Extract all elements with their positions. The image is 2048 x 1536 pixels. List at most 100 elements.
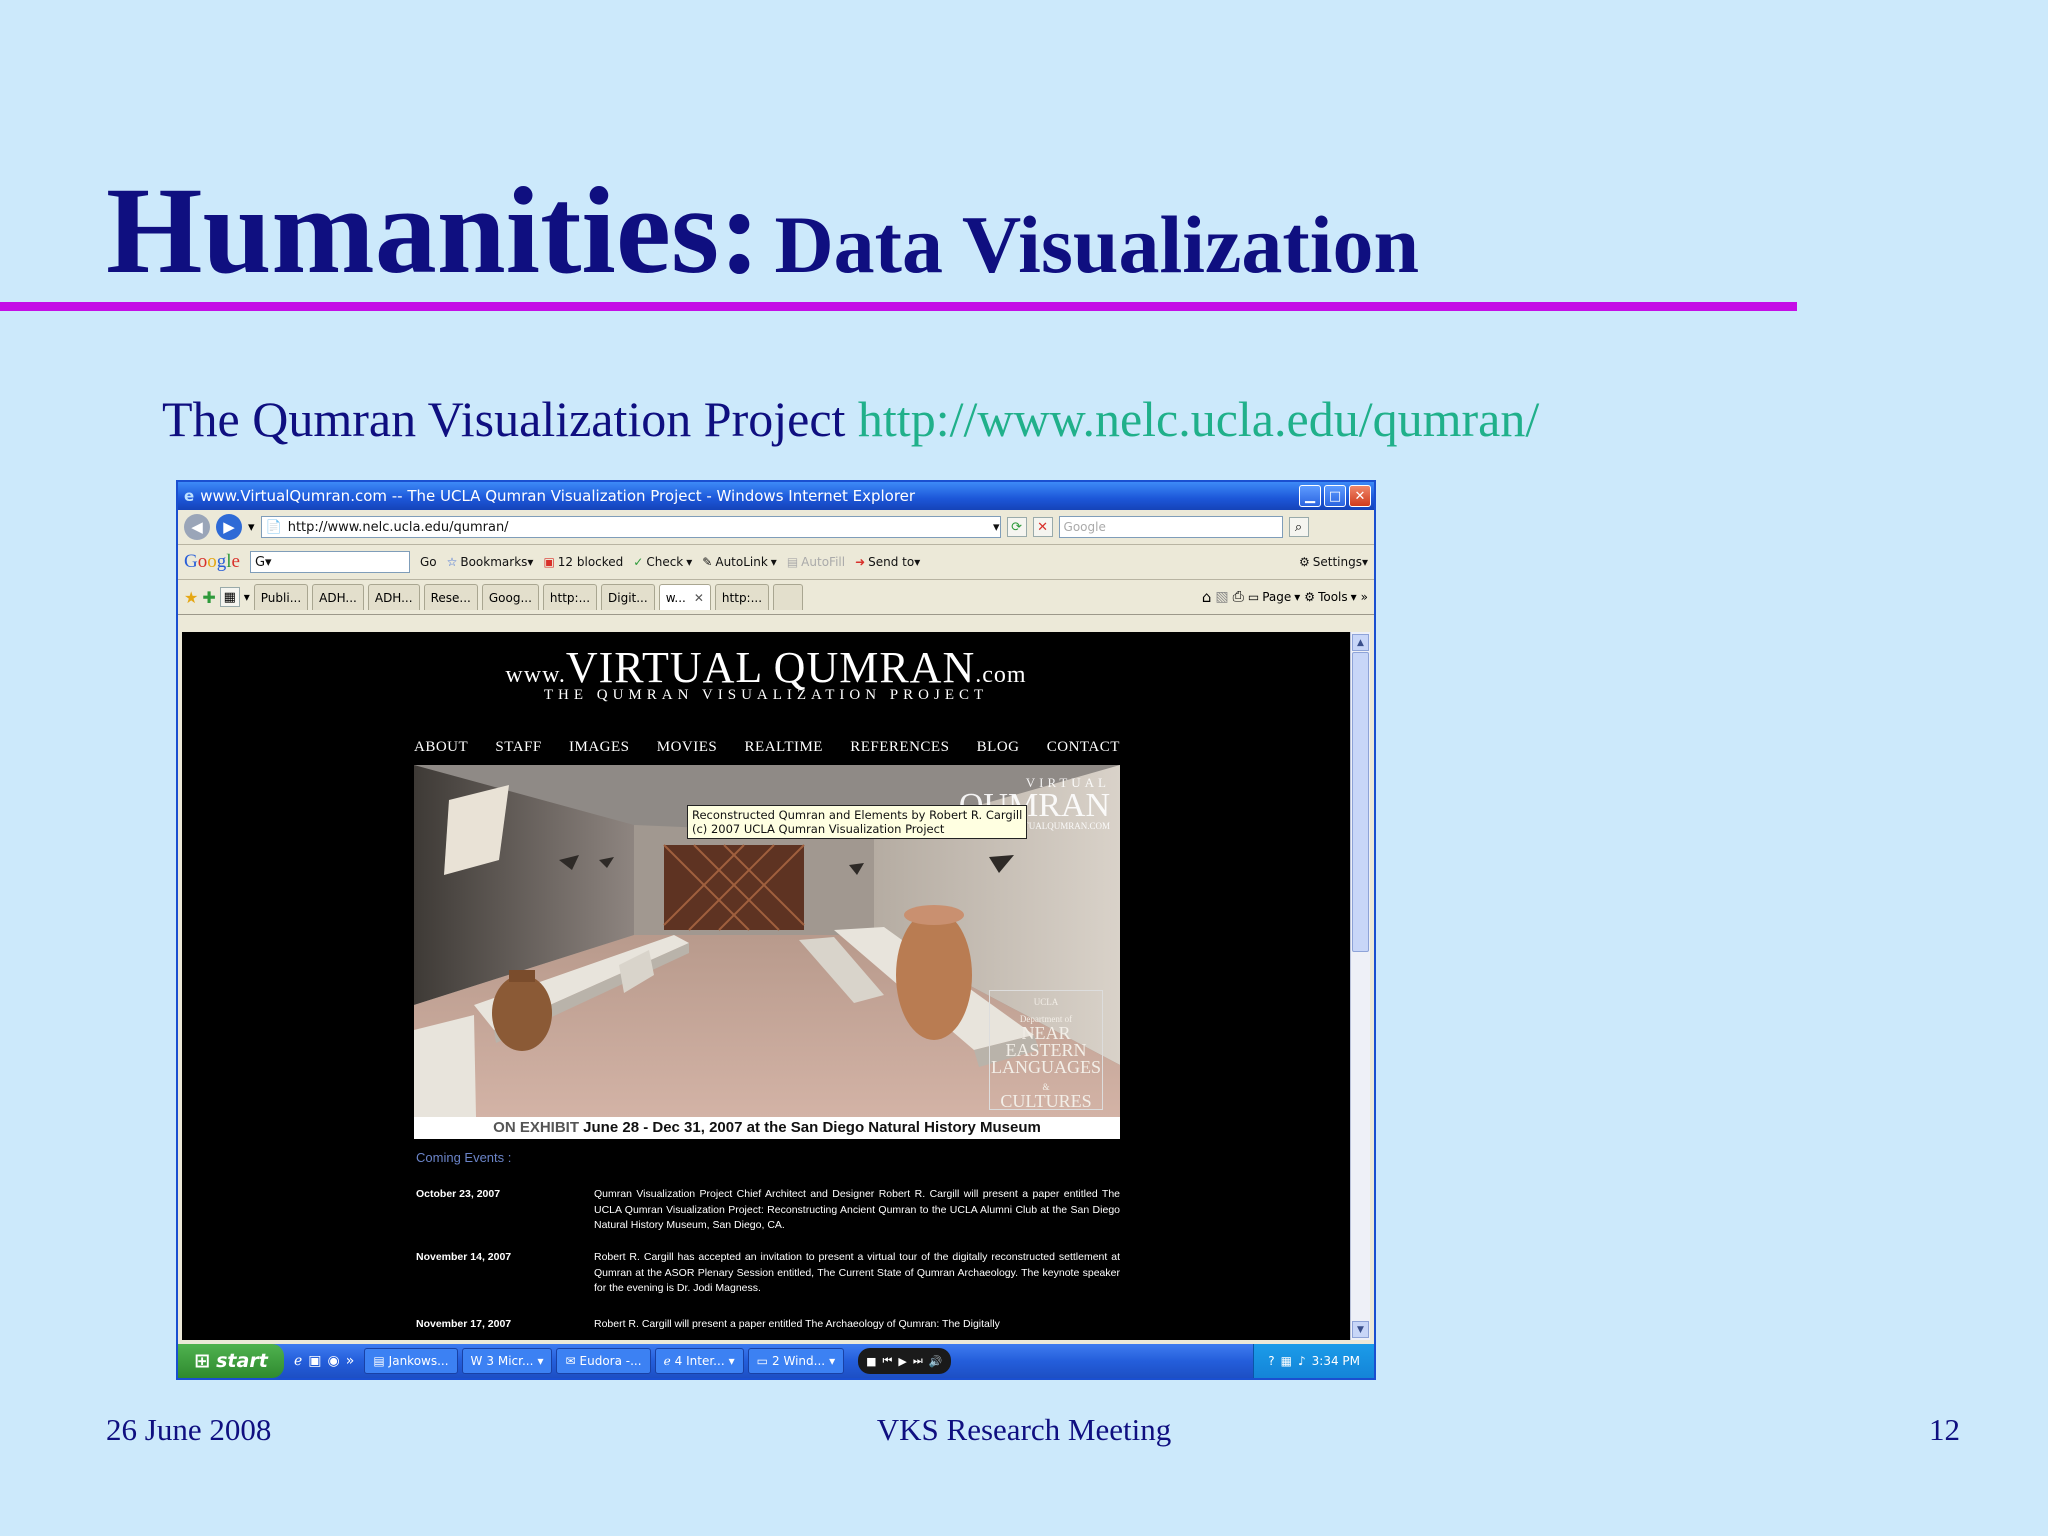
maximize-button[interactable]: □ — [1324, 485, 1346, 507]
favorites-star-icon[interactable]: ★ — [184, 588, 198, 607]
address-input[interactable]: 📄 http://www.nelc.ucla.edu/qumran/ ▾ — [260, 516, 1001, 538]
send-to-button[interactable]: ➜ Send to▾ — [855, 555, 920, 569]
quick-tabs-icon[interactable]: ▦ — [219, 587, 240, 607]
autolink-button[interactable]: ✎ AutoLink ▾ — [702, 555, 777, 569]
site-logo[interactable]: www.VIRTUAL QUMRAN.com THE QUMRAN VISUAL… — [182, 642, 1350, 704]
clock[interactable]: 3:34 PM — [1312, 1354, 1360, 1368]
tools-menu[interactable]: ⚙ Tools ▾ — [1304, 590, 1356, 604]
media-play-icon[interactable]: ▶ — [898, 1355, 906, 1368]
hero-image: VIRTUAL QUMRAN VIRTUALQUMRAN.COM Reconst… — [414, 765, 1120, 1117]
slide-subtitle: The Qumran Visualization Project http://… — [162, 390, 1539, 448]
refresh-icon[interactable]: ⟳ — [1006, 517, 1027, 537]
tab-item[interactable]: http:... — [714, 584, 770, 610]
scroll-thumb[interactable] — [1352, 652, 1369, 952]
tab-label: http:... — [721, 590, 763, 605]
settings-button[interactable]: ⚙ Settings▾ — [1299, 555, 1368, 569]
search-icon[interactable]: ⌕ — [1288, 517, 1309, 537]
check-label: Check — [646, 555, 684, 569]
taskbar-item[interactable]: W3 Micr... ▾ — [461, 1348, 553, 1374]
tools-menu-label: Tools — [1318, 590, 1348, 604]
address-text: http://www.nelc.ucla.edu/qumran/ — [287, 519, 509, 535]
volume-icon[interactable]: 🔊 — [929, 1355, 943, 1368]
logo-www: www. — [505, 662, 566, 688]
stop-icon[interactable]: ✕ — [1032, 517, 1053, 537]
settings-label: Settings▾ — [1312, 555, 1368, 569]
tab-item-active[interactable]: w... ✕ — [658, 584, 711, 610]
project-link[interactable]: http://www.nelc.ucla.edu/qumran/ — [858, 391, 1539, 447]
desktop-launch-icon[interactable]: ▣ — [308, 1353, 321, 1369]
taskbar-item[interactable]: ▤ Jankows... — [364, 1348, 458, 1374]
media-stop-icon[interactable]: ■ — [866, 1355, 876, 1368]
tab-label: Goog... — [488, 590, 532, 605]
more-chevron-icon[interactable]: » — [346, 1353, 355, 1369]
google-go-button[interactable]: Go — [420, 555, 437, 569]
task-label: Jankows... — [388, 1354, 449, 1368]
tab-label: w... — [665, 590, 686, 605]
event-date: October 23, 2007 — [416, 1188, 501, 1200]
ie-launch-icon[interactable]: ℯ — [294, 1353, 302, 1369]
page-icon: ▭ — [1247, 590, 1260, 604]
tab-close-icon[interactable]: ✕ — [694, 591, 704, 605]
feeds-icon[interactable]: ▧ — [1215, 589, 1228, 605]
add-favorite-icon[interactable]: ✚ — [202, 588, 215, 607]
print-icon[interactable]: ⎙ — [1233, 589, 1244, 605]
nav-references[interactable]: REFERENCES — [850, 739, 949, 756]
event-date: November 17, 2007 — [416, 1318, 512, 1330]
home-icon[interactable]: ⌂ — [1202, 588, 1212, 606]
start-button[interactable]: ⊞ start — [178, 1344, 284, 1378]
nav-staff[interactable]: STAFF — [495, 739, 541, 756]
autolink-label: AutoLink — [715, 555, 768, 569]
tab-item[interactable]: ADH... — [367, 584, 420, 610]
page-menu[interactable]: ▭ Page ▾ — [1248, 590, 1300, 604]
tab-item[interactable]: Rese... — [423, 584, 478, 610]
back-button[interactable]: ◀ — [184, 514, 210, 540]
tab-list-dropdown-icon[interactable]: ▾ — [244, 590, 250, 604]
history-dropdown-icon[interactable]: ▾ — [248, 520, 255, 535]
autofill-button[interactable]: ▤ AutoFill — [787, 555, 845, 569]
folder-icon: ▭ — [756, 1354, 769, 1368]
search-input[interactable]: Google — [1058, 516, 1283, 538]
event-row: October 23, 2007 Qumran Visualization Pr… — [416, 1187, 1120, 1234]
spellcheck-button[interactable]: ✓ Check ▾ — [633, 555, 692, 569]
media-next-icon[interactable]: ⏭ — [913, 1354, 923, 1368]
tab-item[interactable]: http:... — [542, 584, 598, 610]
minimize-button[interactable]: ▁ — [1299, 485, 1321, 507]
taskbar-item[interactable]: ℯ4 Inter... ▾ — [654, 1348, 744, 1374]
nav-blog[interactable]: BLOG — [977, 739, 1020, 756]
firefox-launch-icon[interactable]: ◉ — [328, 1353, 340, 1369]
help-icon[interactable]: ? — [1268, 1354, 1274, 1368]
word-icon: ▤ — [373, 1354, 385, 1368]
chevron-right-icon[interactable]: » — [1361, 590, 1368, 604]
tab-item[interactable]: ADH... — [312, 584, 364, 610]
tab-item[interactable]: Publi... — [253, 584, 309, 610]
tab-item[interactable]: Digit... — [601, 584, 655, 610]
close-button[interactable]: ✕ — [1349, 485, 1371, 507]
address-dropdown-icon[interactable]: ▾ — [993, 520, 1000, 535]
nav-contact[interactable]: CONTACT — [1047, 739, 1120, 756]
window-titlebar[interactable]: e www.VirtualQumran.com -- The UCLA Qumr… — [178, 482, 1374, 510]
google-logo: Google — [184, 551, 240, 572]
google-search-input[interactable]: G▾ — [249, 551, 410, 573]
taskbar-item[interactable]: ✉ Eudora -... — [556, 1348, 651, 1374]
window-title: www.VirtualQumran.com -- The UCLA Qumran… — [200, 487, 916, 505]
scroll-down-icon[interactable]: ▼ — [1352, 1321, 1369, 1338]
new-tab-button[interactable] — [773, 584, 804, 610]
forward-button[interactable]: ▶ — [216, 514, 242, 540]
speaker-icon[interactable]: ♪ — [1298, 1354, 1306, 1368]
send-to-icon: ➜ — [855, 555, 866, 569]
windows-taskbar: ⊞ start ℯ ▣ ◉ » ▤ Jankows... W3 Micr... ▾… — [178, 1344, 1374, 1378]
nav-images[interactable]: IMAGES — [569, 739, 630, 756]
media-prev-icon[interactable]: ⏮ — [883, 1354, 893, 1368]
nav-about[interactable]: ABOUT — [414, 739, 468, 756]
popup-blocker-button[interactable]: ▣ 12 blocked — [543, 555, 623, 569]
nav-movies[interactable]: MOVIES — [657, 739, 718, 756]
tab-item[interactable]: Goog... — [481, 584, 539, 610]
spellcheck-icon: ✓ — [633, 555, 644, 569]
taskbar-item[interactable]: ▭ 2 Wind... ▾ — [747, 1348, 845, 1374]
vertical-scrollbar[interactable]: ▲ ▼ — [1350, 632, 1370, 1340]
scroll-up-icon[interactable]: ▲ — [1352, 634, 1369, 651]
bookmarks-button[interactable]: ☆ Bookmarks▾ — [447, 555, 534, 569]
network-icon[interactable]: ▦ — [1281, 1354, 1292, 1368]
nav-realtime[interactable]: REALTIME — [745, 739, 823, 756]
task-label: Eudora -... — [579, 1354, 642, 1368]
